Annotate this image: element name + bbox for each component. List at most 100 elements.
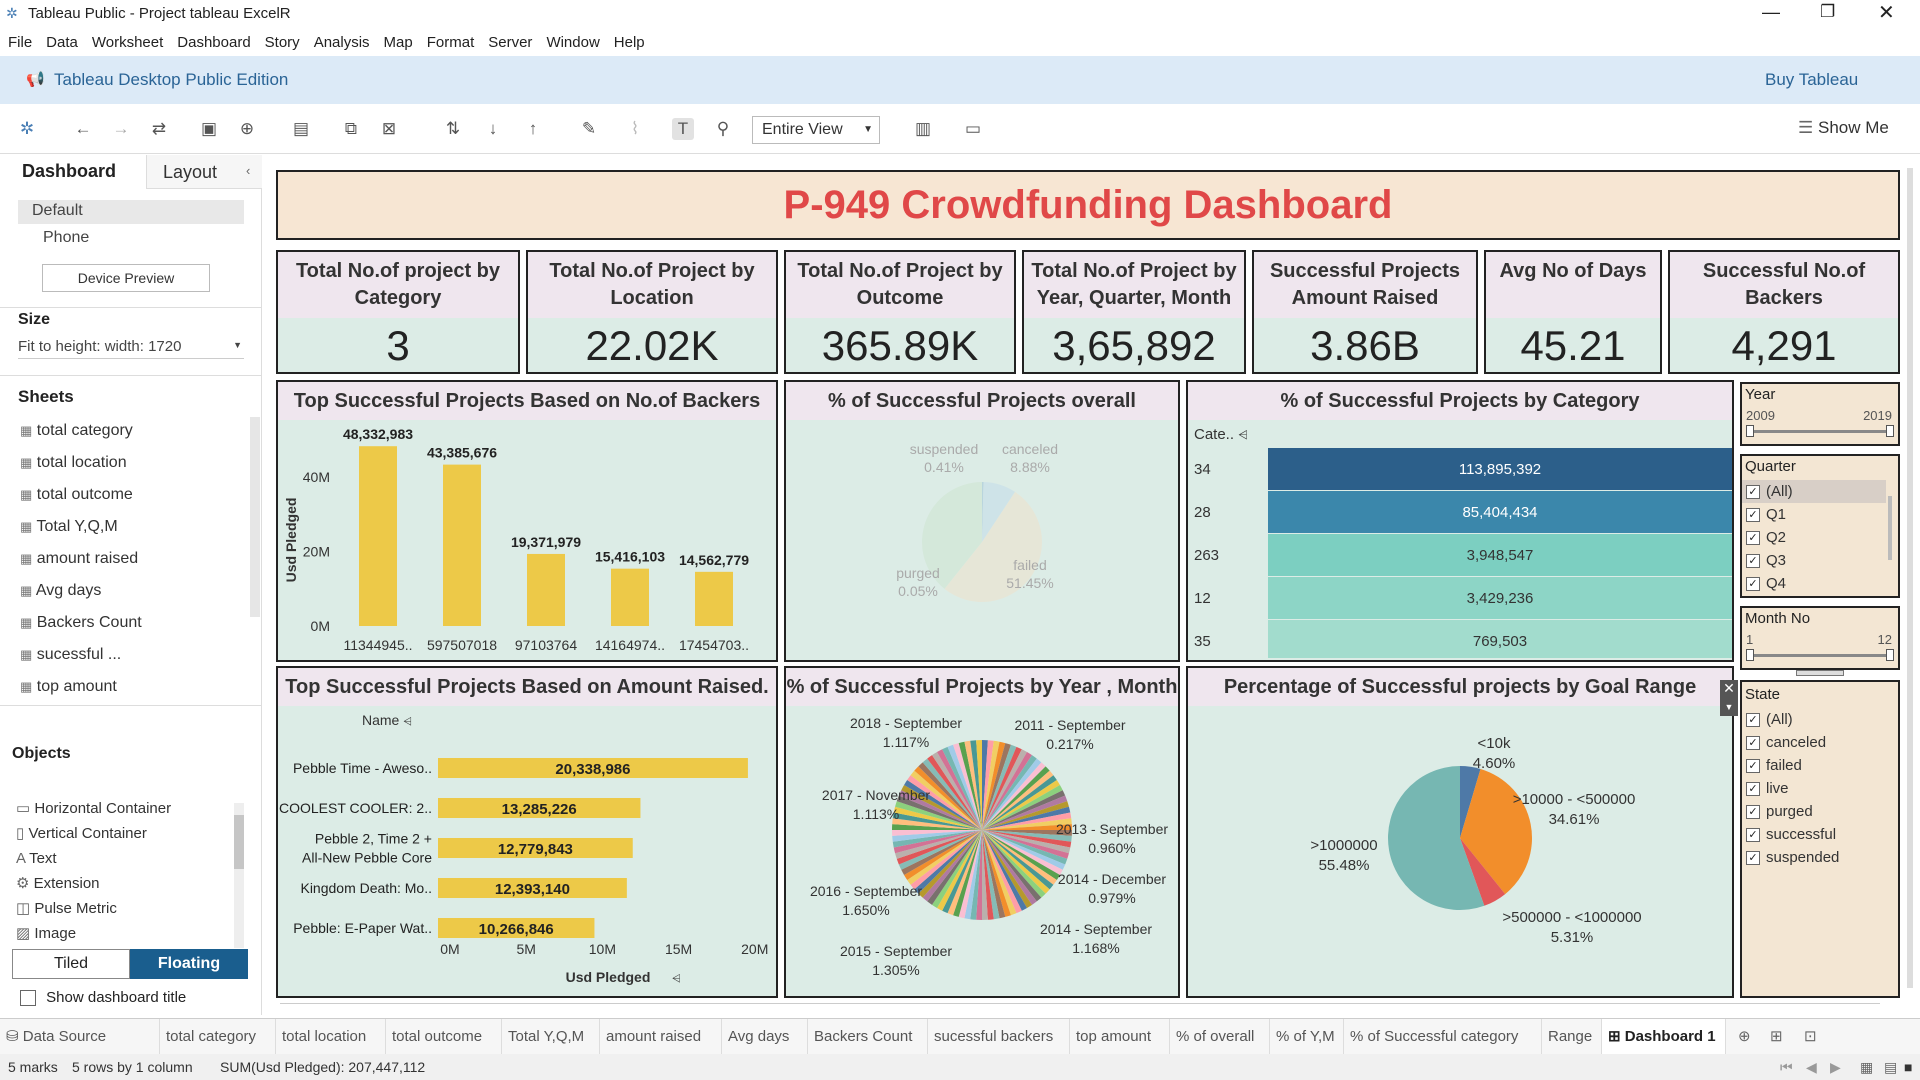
tab-data-source[interactable]: ⛁ Data Source — [0, 1019, 160, 1055]
filter-option[interactable]: ✓ live — [1742, 777, 1898, 800]
object-item[interactable]: ▯ Vertical Container — [0, 821, 235, 846]
sheet-item[interactable]: ▦ sucessful ... — [0, 639, 250, 671]
object-item[interactable]: ▭ Horizontal Container — [0, 796, 235, 821]
sheet-item[interactable]: ▦ Backers Count — [0, 607, 250, 639]
menu-format[interactable]: Format — [427, 34, 475, 51]
menu-help[interactable]: Help — [614, 34, 645, 51]
new-sheet-icon[interactable]: ▤ — [290, 118, 312, 140]
filter-option[interactable]: ✓ successful — [1742, 823, 1898, 846]
show-title-checkbox[interactable]: Show dashboard title — [20, 989, 186, 1007]
filter-option[interactable]: ✓ Q1 — [1742, 503, 1886, 526]
object-item[interactable]: A Text — [0, 846, 235, 871]
close-icon[interactable]: ✕ — [1878, 0, 1895, 25]
nav-next-icon[interactable]: ▶ — [1830, 1054, 1841, 1080]
tab-sheet[interactable]: Range — [1542, 1019, 1602, 1055]
sheet-item[interactable]: ▦ Total Y,Q,M — [0, 511, 250, 543]
device-phone[interactable]: Phone — [43, 229, 89, 247]
filter-option[interactable]: ✓ Q2 — [1742, 526, 1886, 549]
slider-handle-min[interactable] — [1746, 425, 1754, 437]
attach-icon[interactable]: ⌇ — [624, 118, 646, 140]
minimize-icon[interactable]: — — [1762, 2, 1780, 23]
tiled-button[interactable]: Tiled — [12, 949, 130, 979]
new-dashboard-icon[interactable]: ⊞ — [1770, 1027, 1783, 1045]
grid-view-icon[interactable]: ▦ — [1860, 1054, 1873, 1080]
menu-analysis[interactable]: Analysis — [314, 34, 370, 51]
dashboard-hscrollbar[interactable] — [280, 1003, 1880, 1004]
tab-sheet[interactable]: % of Successful category — [1344, 1019, 1542, 1055]
menu-window[interactable]: Window — [546, 34, 599, 51]
tab-sheet[interactable]: total category — [160, 1019, 276, 1055]
container-controls[interactable]: ✕ ▼ — [1720, 680, 1738, 716]
sort-icon[interactable]: ⩤ — [1238, 428, 1248, 442]
menu-worksheet[interactable]: Worksheet — [92, 34, 163, 51]
show-cards-icon[interactable]: ▥ — [912, 118, 934, 140]
sheets-scrollbar[interactable] — [250, 417, 260, 617]
quarter-scrollbar[interactable] — [1888, 496, 1892, 560]
tab-sheet[interactable]: % of Y,M — [1270, 1019, 1344, 1055]
filter-option[interactable]: ✓ (All) — [1742, 480, 1886, 503]
object-item[interactable]: ⚙ Extension — [0, 871, 235, 896]
filter-option[interactable]: ✓ failed — [1742, 754, 1898, 777]
filter-option[interactable]: ✓ suspended — [1742, 846, 1898, 869]
device-preview-button[interactable]: Device Preview — [42, 264, 210, 292]
fit-select[interactable]: Entire View ▼ — [752, 116, 880, 144]
menu-map[interactable]: Map — [384, 34, 413, 51]
chevron-down-icon[interactable]: ▼ — [1725, 702, 1734, 712]
tab-sheet[interactable]: sucessful backers — [928, 1019, 1070, 1055]
sheet-item[interactable]: ▦ total outcome — [0, 479, 250, 511]
tab-layout[interactable]: Layout — [146, 155, 262, 189]
restore-icon[interactable]: ❐ — [1820, 2, 1835, 22]
sort-icon[interactable]: ⩤ — [403, 716, 412, 728]
highlight-icon[interactable]: ✎ — [578, 118, 600, 140]
objects-scrollbar[interactable] — [234, 803, 244, 948]
filter-option[interactable]: ✓ Q3 — [1742, 549, 1886, 572]
object-item[interactable]: ▨ Image — [0, 921, 235, 946]
clear-icon[interactable]: ⊠ — [378, 118, 400, 140]
filter-option[interactable]: ✓ Q4 — [1742, 572, 1886, 595]
menu-file[interactable]: File — [8, 34, 32, 51]
tableau-home-icon[interactable]: ✲ — [16, 118, 38, 140]
tab-sheet[interactable]: Total Y,Q,M — [502, 1019, 600, 1055]
text-label-icon[interactable]: T — [672, 118, 694, 140]
floating-button[interactable]: Floating — [130, 949, 248, 979]
filter-option[interactable]: ✓ purged — [1742, 800, 1898, 823]
tab-sheet[interactable]: % of overall — [1170, 1019, 1270, 1055]
filmstrip-icon[interactable]: ■ — [1904, 1054, 1912, 1080]
tab-sheet[interactable]: Avg days — [722, 1019, 808, 1055]
nav-prev-icon[interactable]: ◀ — [1806, 1054, 1817, 1080]
sort-asc-icon[interactable]: ↓ — [482, 118, 504, 140]
tab-sheet[interactable]: top amount — [1070, 1019, 1170, 1055]
show-me-button[interactable]: ☰ Show Me — [1798, 118, 1889, 138]
menu-story[interactable]: Story — [265, 34, 300, 51]
filter-option[interactable]: ✓ canceled — [1742, 731, 1898, 754]
new-story-icon[interactable]: ⊡ — [1804, 1027, 1817, 1045]
sheet-item[interactable]: ▦ total location — [0, 447, 250, 479]
category-column-header[interactable]: Cate.. ⩤ — [1194, 426, 1248, 443]
new-datasource-icon[interactable]: ⊕ — [236, 118, 258, 140]
close-icon[interactable]: ✕ — [1723, 680, 1735, 696]
month-slider-track[interactable] — [1750, 654, 1892, 657]
duplicate-icon[interactable]: ⧉ — [340, 118, 362, 140]
tab-dashboard[interactable]: Dashboard — [0, 155, 146, 189]
pin-icon[interactable]: ⚲ — [712, 118, 734, 140]
tab-sheet[interactable]: total outcome — [386, 1019, 502, 1055]
object-item[interactable]: ◫ Pulse Metric — [0, 896, 235, 921]
tab-dashboard-active[interactable]: ⊞ Dashboard 1 — [1602, 1019, 1726, 1055]
sheet-item[interactable]: ▦ total category — [0, 415, 250, 447]
menu-dashboard[interactable]: Dashboard — [177, 34, 250, 51]
new-sheet-icon[interactable]: ⊕ — [1738, 1027, 1751, 1045]
dashboard-scrollbar[interactable] — [1907, 168, 1913, 988]
undo-icon[interactable]: ← — [72, 118, 94, 140]
year-slider-track[interactable] — [1750, 430, 1892, 433]
slider-handle-min[interactable] — [1746, 649, 1754, 661]
sort-desc-icon[interactable]: ↑ — [522, 118, 544, 140]
sheet-item[interactable]: ▦ top amount — [0, 671, 250, 703]
replay-icon[interactable]: ⇄ — [148, 118, 170, 140]
tab-sheet[interactable]: Backers Count — [808, 1019, 928, 1055]
tab-sheet[interactable]: total location — [276, 1019, 386, 1055]
menu-server[interactable]: Server — [488, 34, 532, 51]
slider-handle-max[interactable] — [1886, 425, 1894, 437]
menu-data[interactable]: Data — [46, 34, 78, 51]
save-icon[interactable]: ▣ — [198, 118, 220, 140]
sheet-item[interactable]: ▦ Avg days — [0, 575, 250, 607]
